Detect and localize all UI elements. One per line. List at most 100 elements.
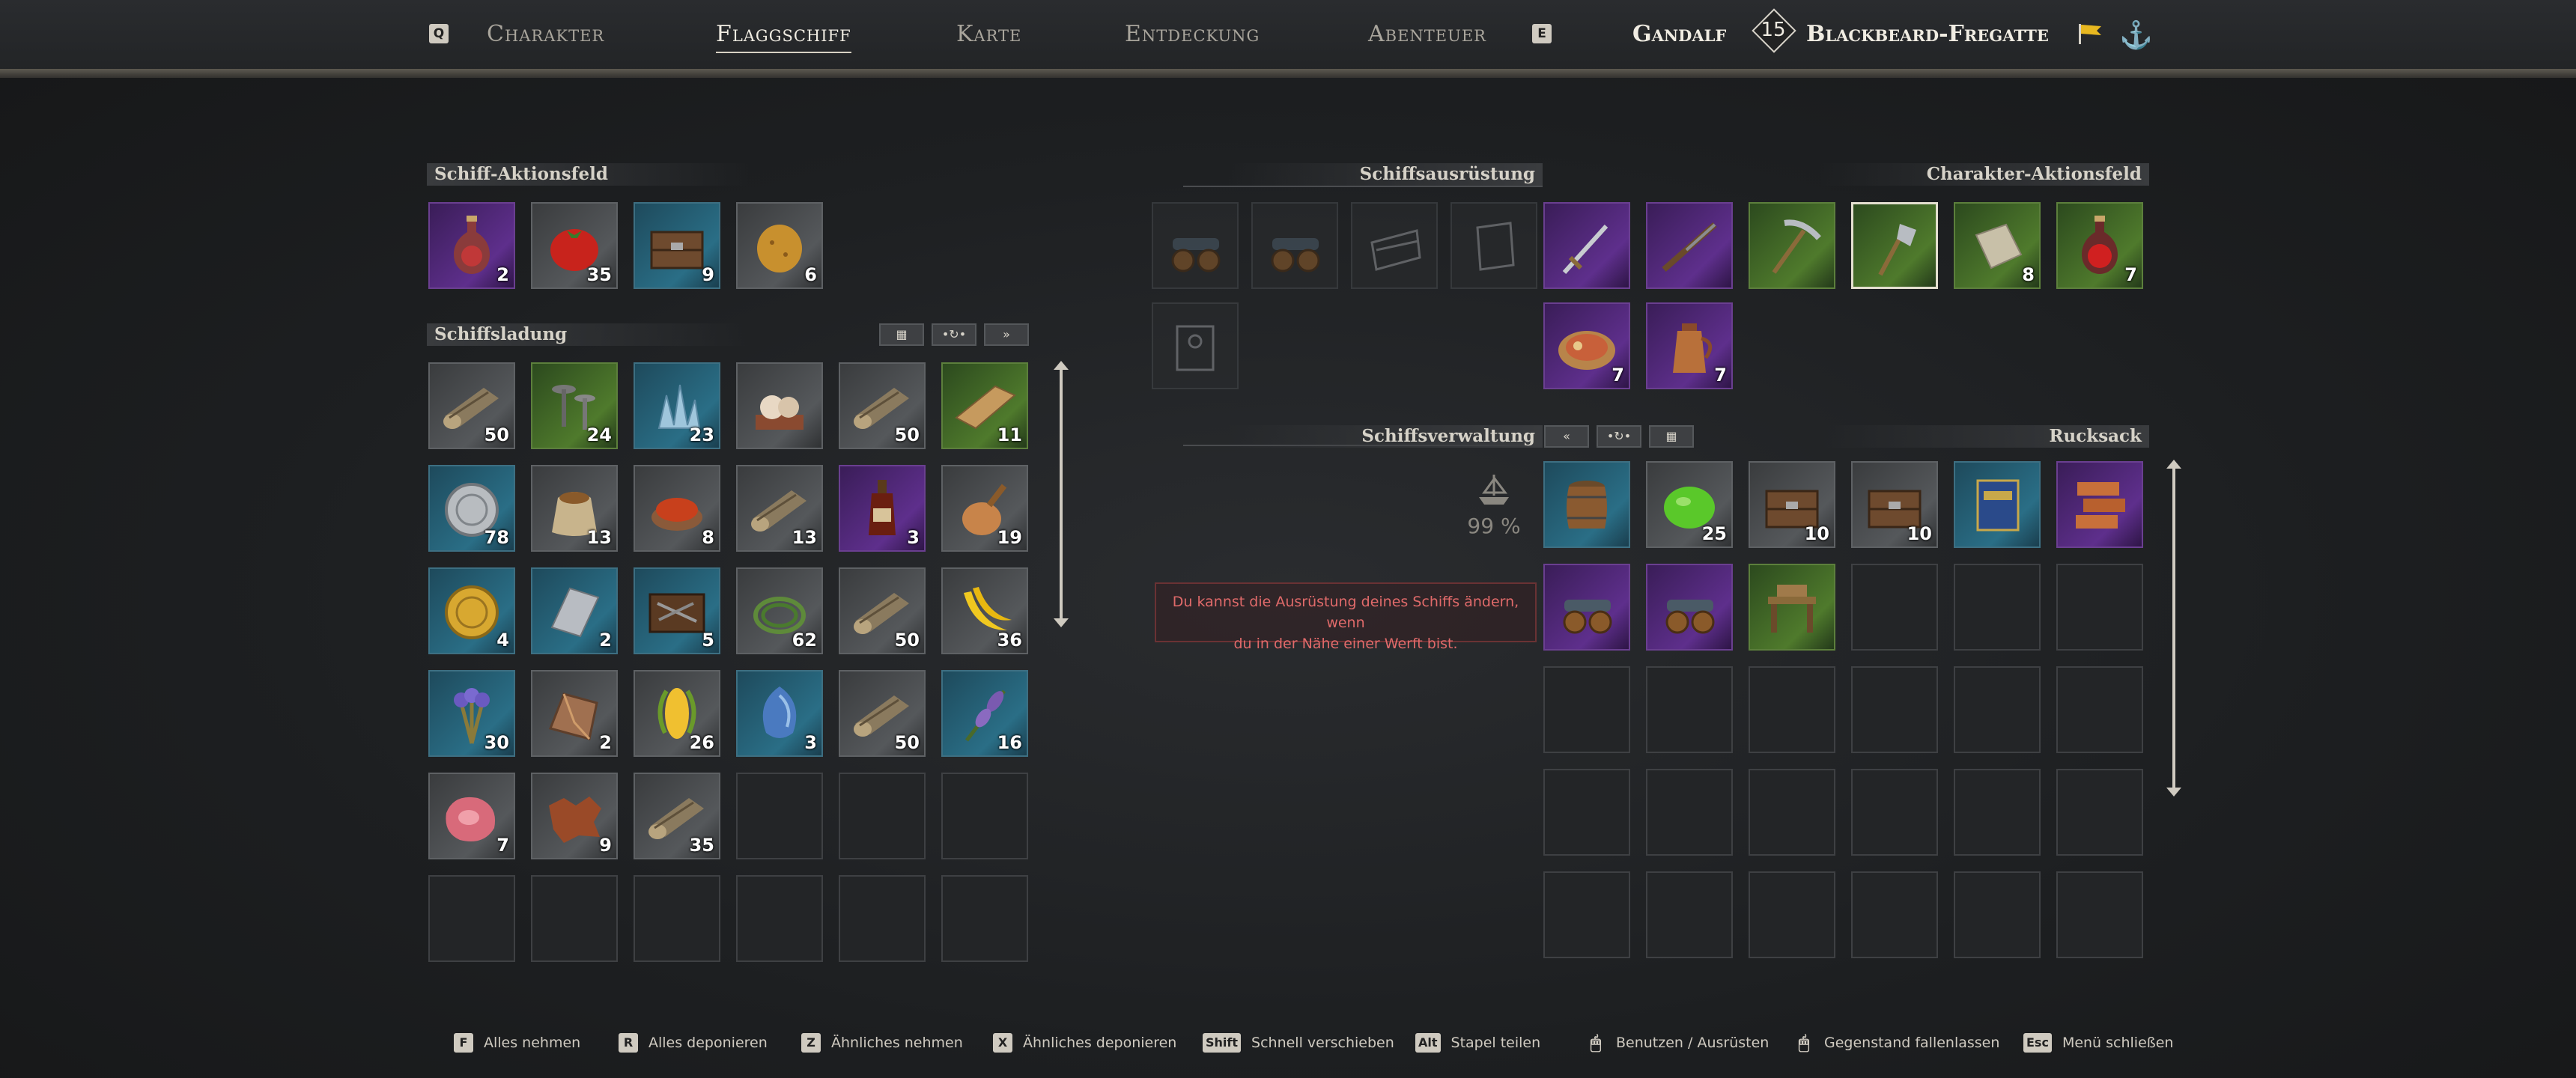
- anchor-icon[interactable]: ⚓: [2119, 19, 2153, 51]
- empty-slot[interactable]: [1954, 666, 2041, 753]
- inventory-slot[interactable]: 9: [634, 202, 720, 289]
- ship-equipment-slot[interactable]: [1152, 202, 1239, 289]
- inventory-slot[interactable]: 8: [1954, 202, 2041, 289]
- empty-slot[interactable]: [1543, 769, 1630, 856]
- inventory-slot[interactable]: [1646, 202, 1733, 289]
- inventory-slot[interactable]: [1543, 461, 1630, 548]
- inventory-slot[interactable]: 3: [736, 670, 823, 757]
- empty-slot[interactable]: [1954, 564, 2041, 651]
- inventory-slot[interactable]: 7: [1646, 302, 1733, 389]
- empty-slot[interactable]: [1646, 666, 1733, 753]
- inventory-slot[interactable]: 7: [2056, 202, 2143, 289]
- backpack-grid-view-button[interactable]: ▦: [1649, 425, 1694, 448]
- empty-slot[interactable]: [2056, 769, 2143, 856]
- keybind-hint[interactable]: Esc Menü schließen: [2023, 1030, 2173, 1056]
- empty-slot[interactable]: [1954, 769, 2041, 856]
- empty-slot[interactable]: [1646, 769, 1733, 856]
- cargo-scrollbar[interactable]: [1054, 361, 1069, 627]
- inventory-slot[interactable]: 11: [941, 362, 1028, 449]
- empty-slot[interactable]: [1646, 871, 1733, 958]
- empty-slot[interactable]: [1543, 666, 1630, 753]
- empty-slot[interactable]: [1749, 769, 1835, 856]
- inventory-slot[interactable]: 4: [428, 567, 515, 654]
- inventory-slot[interactable]: [2056, 461, 2143, 548]
- inventory-slot[interactable]: 6: [736, 202, 823, 289]
- keybind-hint[interactable]: Alt Stapel teilen: [1415, 1030, 1540, 1056]
- inventory-slot[interactable]: [1851, 202, 1938, 289]
- inventory-slot[interactable]: [1749, 564, 1835, 651]
- keybind-hint[interactable]: Shift Schnell verschieben: [1203, 1030, 1394, 1056]
- inventory-slot[interactable]: 23: [634, 362, 720, 449]
- keybind-hint[interactable]: 🖱 Benutzen / Ausrüsten: [1586, 1030, 1770, 1056]
- inventory-slot[interactable]: 13: [531, 465, 618, 552]
- keybind-hint[interactable]: 🖱 Gegenstand fallenlassen: [1794, 1030, 2000, 1056]
- keybind-hint[interactable]: X Ähnliches deponieren: [993, 1030, 1176, 1056]
- empty-slot[interactable]: [1851, 871, 1938, 958]
- empty-slot[interactable]: [1954, 871, 2041, 958]
- empty-slot[interactable]: [531, 875, 618, 962]
- keybind-hint[interactable]: R Alles deponieren: [619, 1030, 768, 1056]
- inventory-slot[interactable]: [1646, 564, 1733, 651]
- ship-equipment-slot[interactable]: [1351, 202, 1438, 289]
- inventory-slot[interactable]: 62: [736, 567, 823, 654]
- empty-slot[interactable]: [1851, 666, 1938, 753]
- inventory-slot[interactable]: [736, 362, 823, 449]
- empty-slot[interactable]: [1851, 564, 1938, 651]
- grid-view-button[interactable]: ▦: [879, 323, 924, 346]
- transfer-left-button[interactable]: «: [1544, 425, 1589, 448]
- inventory-slot[interactable]: 30: [428, 670, 515, 757]
- inventory-slot[interactable]: 25: [1646, 461, 1733, 548]
- empty-slot[interactable]: [2056, 666, 2143, 753]
- ship-equipment-slot[interactable]: [1152, 302, 1239, 389]
- inventory-slot[interactable]: 8: [634, 465, 720, 552]
- inventory-slot[interactable]: 35: [531, 202, 618, 289]
- inventory-slot[interactable]: 7: [428, 773, 515, 859]
- empty-slot[interactable]: [736, 875, 823, 962]
- inventory-slot[interactable]: [1749, 202, 1835, 289]
- flag-icon[interactable]: [2077, 22, 2103, 45]
- backpack-scrollbar[interactable]: [2166, 460, 2181, 797]
- inventory-slot[interactable]: 16: [941, 670, 1028, 757]
- inventory-slot[interactable]: 9: [531, 773, 618, 859]
- transfer-right-button[interactable]: »: [984, 323, 1029, 346]
- inventory-slot[interactable]: 50: [839, 670, 926, 757]
- ship-equipment-slot[interactable]: [1450, 202, 1537, 289]
- inventory-slot[interactable]: 13: [736, 465, 823, 552]
- inventory-slot[interactable]: 50: [428, 362, 515, 449]
- inventory-slot[interactable]: 78: [428, 465, 515, 552]
- inventory-slot[interactable]: 10: [1749, 461, 1835, 548]
- inventory-slot[interactable]: 50: [839, 362, 926, 449]
- empty-slot[interactable]: [2056, 564, 2143, 651]
- inventory-slot[interactable]: 10: [1851, 461, 1938, 548]
- inventory-slot[interactable]: 36: [941, 567, 1028, 654]
- next-tab-key[interactable]: E: [1532, 24, 1552, 43]
- keybind-hint[interactable]: F Alles nehmen: [454, 1030, 580, 1056]
- empty-slot[interactable]: [941, 875, 1028, 962]
- ship-equipment-slot[interactable]: [1251, 202, 1338, 289]
- tab-karte[interactable]: Karte: [956, 21, 1021, 47]
- tab-charakter[interactable]: Charakter: [487, 21, 604, 47]
- empty-slot[interactable]: [1749, 871, 1835, 958]
- inventory-slot[interactable]: [1954, 461, 2041, 548]
- empty-slot[interactable]: [1749, 666, 1835, 753]
- inventory-slot[interactable]: 50: [839, 567, 926, 654]
- empty-slot[interactable]: [839, 875, 926, 962]
- sort-backpack-button[interactable]: •↻•: [1597, 425, 1641, 448]
- empty-slot[interactable]: [736, 773, 823, 859]
- inventory-slot[interactable]: [1543, 564, 1630, 651]
- inventory-slot[interactable]: 35: [634, 773, 720, 859]
- inventory-slot[interactable]: 19: [941, 465, 1028, 552]
- inventory-slot[interactable]: 24: [531, 362, 618, 449]
- tab-flaggschiff[interactable]: Flaggschiff: [716, 21, 851, 53]
- empty-slot[interactable]: [634, 875, 720, 962]
- inventory-slot[interactable]: 2: [531, 567, 618, 654]
- empty-slot[interactable]: [1543, 871, 1630, 958]
- inventory-slot[interactable]: 3: [839, 465, 926, 552]
- inventory-slot[interactable]: 2: [428, 202, 515, 289]
- empty-slot[interactable]: [1851, 769, 1938, 856]
- empty-slot[interactable]: [941, 773, 1028, 859]
- tab-abenteuer[interactable]: Abenteuer: [1368, 21, 1486, 47]
- empty-slot[interactable]: [428, 875, 515, 962]
- inventory-slot[interactable]: 5: [634, 567, 720, 654]
- sort-button[interactable]: •↻•: [932, 323, 976, 346]
